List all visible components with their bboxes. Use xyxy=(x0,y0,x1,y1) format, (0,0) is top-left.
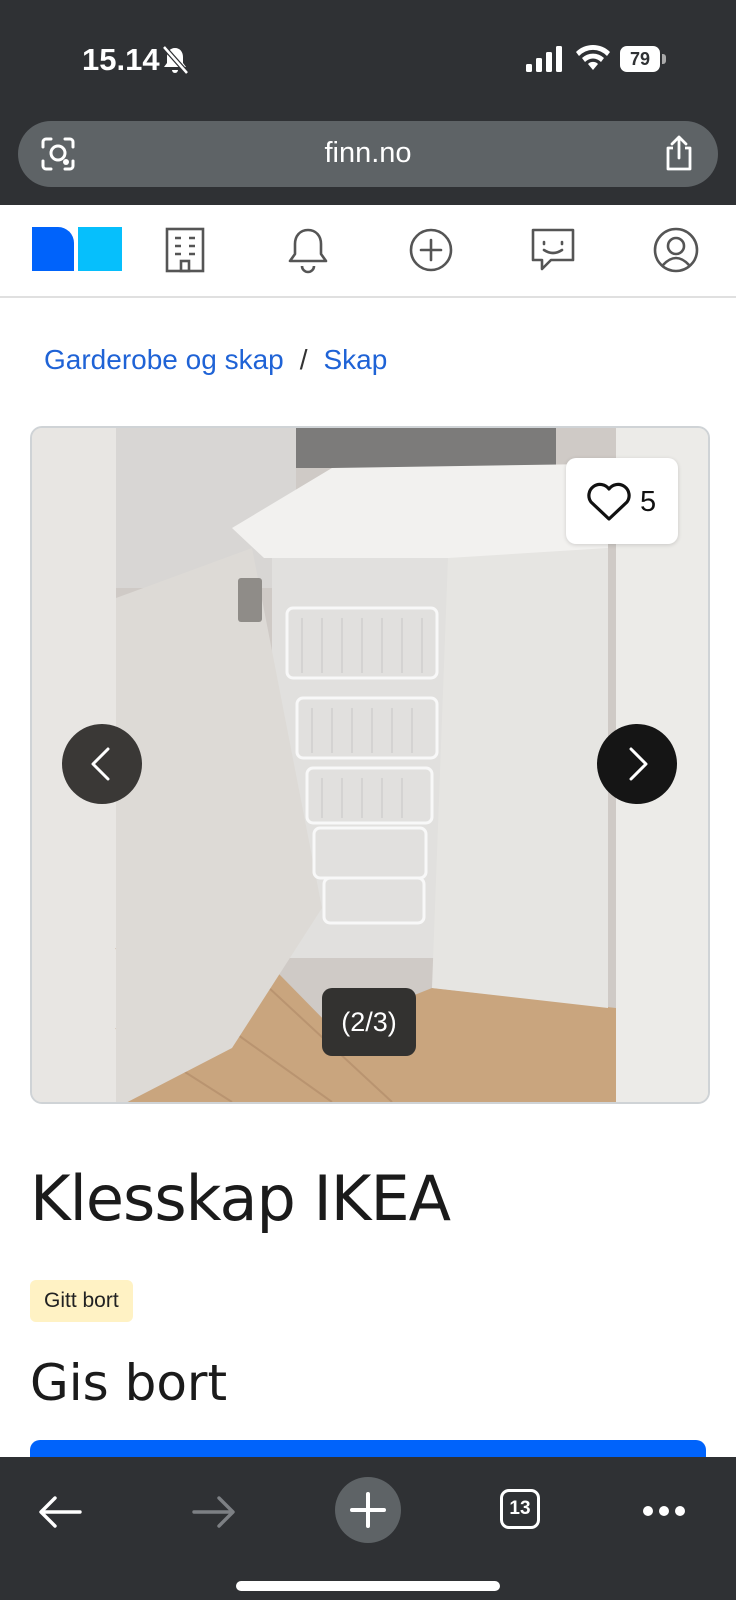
browser-toolbar: 13 xyxy=(0,1457,736,1600)
back-arrow-icon[interactable] xyxy=(38,1495,82,1529)
building-icon[interactable] xyxy=(163,225,207,275)
heart-icon xyxy=(587,482,631,521)
favorite-button[interactable]: 5 xyxy=(566,458,678,544)
previous-image-button[interactable] xyxy=(62,724,142,804)
forward-arrow-icon[interactable] xyxy=(192,1495,236,1529)
new-ad-plus-icon[interactable] xyxy=(407,225,455,275)
plus-icon xyxy=(350,1492,386,1528)
battery-indicator: 79 xyxy=(620,46,666,72)
site-navigation xyxy=(0,205,736,298)
favorite-count: 5 xyxy=(640,486,657,518)
next-image-button[interactable] xyxy=(597,724,677,804)
breadcrumb-link-garderobe[interactable]: Garderobe og skap xyxy=(44,344,284,375)
tabs-button[interactable]: 13 xyxy=(500,1489,540,1529)
battery-level: 79 xyxy=(620,46,660,72)
address-bar[interactable]: finn.no xyxy=(18,121,718,187)
signal-icon xyxy=(526,46,562,72)
status-bar: 15.14 79 finn.no xyxy=(0,0,736,205)
home-indicator xyxy=(236,1581,500,1591)
breadcrumb-link-skap[interactable]: Skap xyxy=(324,344,388,375)
messages-icon[interactable] xyxy=(529,225,577,275)
chevron-right-icon xyxy=(629,747,648,781)
breadcrumb: Garderobe og skap / Skap xyxy=(44,344,387,376)
url-text[interactable]: finn.no xyxy=(18,137,718,170)
status-badge: Gitt bort xyxy=(30,1280,133,1322)
price-label: Gis bort xyxy=(30,1354,228,1412)
tab-count: 13 xyxy=(509,1498,531,1519)
breadcrumb-separator: / xyxy=(299,344,308,375)
finn-logo[interactable] xyxy=(32,227,122,271)
profile-icon[interactable] xyxy=(652,225,700,275)
bell-off-icon xyxy=(162,45,189,75)
chevron-left-icon xyxy=(91,747,110,781)
clock: 15.14 xyxy=(82,42,160,77)
wifi-icon xyxy=(576,44,610,70)
new-tab-button[interactable] xyxy=(335,1477,401,1543)
image-counter: (2/3) xyxy=(322,988,416,1056)
image-gallery[interactable]: 5 (2/3) xyxy=(30,426,710,1104)
listing-title: Klesskap IKEA xyxy=(30,1162,451,1235)
notifications-bell-icon[interactable] xyxy=(286,225,330,275)
share-icon[interactable] xyxy=(662,134,696,172)
more-options-icon[interactable] xyxy=(642,1505,686,1517)
